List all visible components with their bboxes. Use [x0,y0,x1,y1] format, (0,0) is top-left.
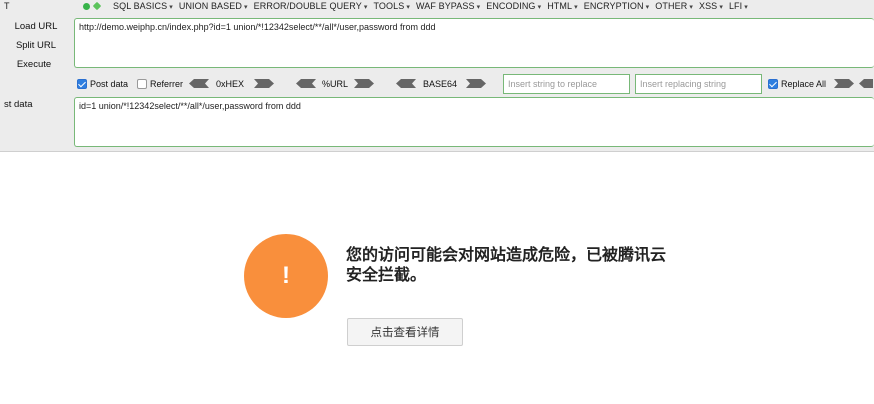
load-url-button[interactable]: Load URL [6,21,66,32]
url-input[interactable]: http://demo.weiphp.cn/index.php?id=1 uni… [74,18,874,68]
menu-xss[interactable]: XSS [699,1,723,11]
base64-encode-arrow-icon[interactable] [466,79,486,88]
hackbar-menubar: T SQL BASICS UNION BASED ERROR/DOUBLE QU… [0,0,874,13]
referrer-checkbox[interactable] [137,79,147,89]
hackbar-panel: T SQL BASICS UNION BASED ERROR/DOUBLE QU… [0,0,874,152]
replace-all-label: Replace All [781,79,827,89]
replace-arrow-icon[interactable] [834,79,854,88]
replace-all-checkbox[interactable] [768,79,778,89]
hex-encode-arrow-icon[interactable] [254,79,274,88]
post-data-label: Post data [90,79,129,89]
block-message: 您的访问可能会对网站造成危险，已被腾讯云安全拦截。 [346,245,667,284]
post-data-checkbox[interactable] [77,79,87,89]
menu-sql-basics[interactable]: SQL BASICS [113,1,173,11]
hex-decode-arrow-icon[interactable] [189,79,209,88]
base64-label: BASE64 [423,79,458,89]
menubar-edge-text: T [4,1,10,11]
menu-tools[interactable]: TOOLS [374,1,411,11]
view-details-button[interactable]: 点击查看详情 [347,318,463,346]
base64-decode-arrow-icon[interactable] [396,79,416,88]
menubar-indicators [83,1,104,13]
url-decode-arrow-icon[interactable] [296,79,316,88]
menu-union-based[interactable]: UNION BASED [179,1,248,11]
green-diamond-icon [92,1,102,11]
string-to-replace-input[interactable]: Insert string to replace [503,74,630,94]
menu-encryption[interactable]: ENCRYPTION [584,1,650,11]
replace-back-arrow-icon[interactable] [859,79,873,88]
split-url-button[interactable]: Split URL [6,40,66,51]
hex-label: 0xHEX [216,79,245,89]
menu-items: SQL BASICS UNION BASED ERROR/DOUBLE QUER… [113,1,748,11]
replacing-string-input[interactable]: Insert replacing string [635,74,762,94]
warning-icon: ! [244,234,328,318]
menu-lfi[interactable]: LFI [729,1,748,11]
url-encode-label: %URL [322,79,349,89]
post-data-field-label: st data [4,99,33,110]
url-encode-arrow-icon[interactable] [354,79,374,88]
referrer-label: Referrer [150,79,184,89]
green-dot-icon [83,3,90,10]
menu-waf-bypass[interactable]: WAF BYPASS [416,1,480,11]
menu-other[interactable]: OTHER [655,1,693,11]
hackbar-toolbar: Post data Referrer 0xHEX %URL BASE64 Ins… [74,73,874,95]
execute-button[interactable]: Execute [4,59,64,70]
menu-encoding[interactable]: ENCODING [486,1,541,11]
menu-error-double-query[interactable]: ERROR/DOUBLE QUERY [254,1,368,11]
menu-html[interactable]: HTML [547,1,578,11]
post-data-input[interactable]: id=1 union/*!12342select/**/all*/user,pa… [74,97,874,147]
